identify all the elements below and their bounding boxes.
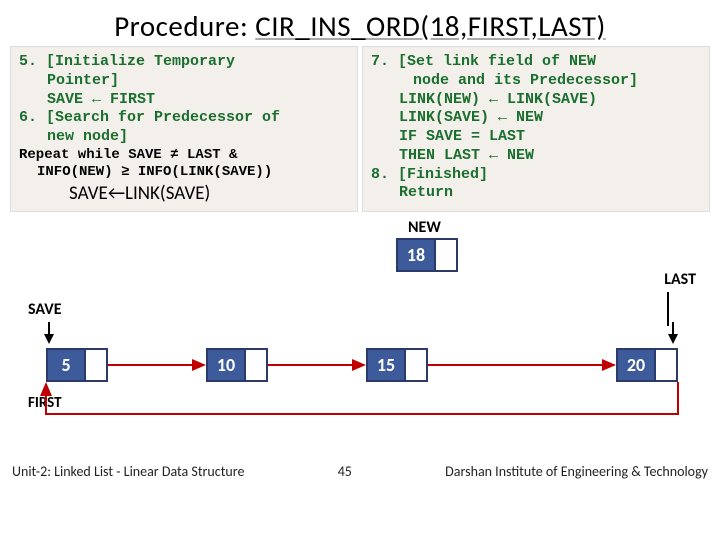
left-column: 5. [Initialize Temporary Pointer] SAVE ←… <box>10 46 358 212</box>
step7-l1: 7. [Set link field of NEW <box>371 53 701 72</box>
footer-right: Darshan Institute of Engineering & Techn… <box>445 463 708 480</box>
step6-l2: new node] <box>19 128 349 147</box>
repeat-l1: Repeat while SAVE ≠ LAST & <box>19 147 349 165</box>
step5-l2: Pointer] <box>19 72 349 91</box>
repeat-l2: INFO(NEW) ≥ INFO(LINK(SAVE)) <box>19 164 349 182</box>
step6-l1: 6. [Search for Predecessor of <box>19 109 349 128</box>
title-proc: CIR_INS_ORD(18,FIRST,LAST) <box>255 8 606 44</box>
step7-l2: node and its Predecessor] <box>371 72 701 91</box>
save-expr: SAVE←LINK(SAVE) <box>19 182 349 205</box>
step5-l1: 5. [Initialize Temporary <box>19 53 349 72</box>
step7-l6: THEN LAST ← NEW <box>371 147 701 166</box>
diagram-links <box>0 218 720 463</box>
slide-title: Procedure: CIR_INS_ORD(18,FIRST,LAST) <box>0 0 720 46</box>
footer-left: Unit-2: Linked List - Linear Data Struct… <box>12 463 244 480</box>
step5-l3: SAVE ← FIRST <box>19 91 349 110</box>
slide-footer: Unit-2: Linked List - Linear Data Struct… <box>0 463 720 484</box>
step8-l2: Return <box>371 184 701 203</box>
title-pre: Procedure: <box>114 8 255 44</box>
step7-l5: IF SAVE = LAST <box>371 128 701 147</box>
right-column: 7. [Set link field of NEW node and its P… <box>362 46 710 212</box>
step8-l1: 8. [Finished] <box>371 166 701 185</box>
step7-l3: LINK(NEW) ← LINK(SAVE) <box>371 91 701 110</box>
step7-l4: LINK(SAVE) ← NEW <box>371 109 701 128</box>
footer-mid: 45 <box>338 463 352 480</box>
linked-list-diagram: NEW LAST SAVE FIRST 18 5 10 15 20 <box>0 218 720 463</box>
code-columns: 5. [Initialize Temporary Pointer] SAVE ←… <box>0 46 720 212</box>
